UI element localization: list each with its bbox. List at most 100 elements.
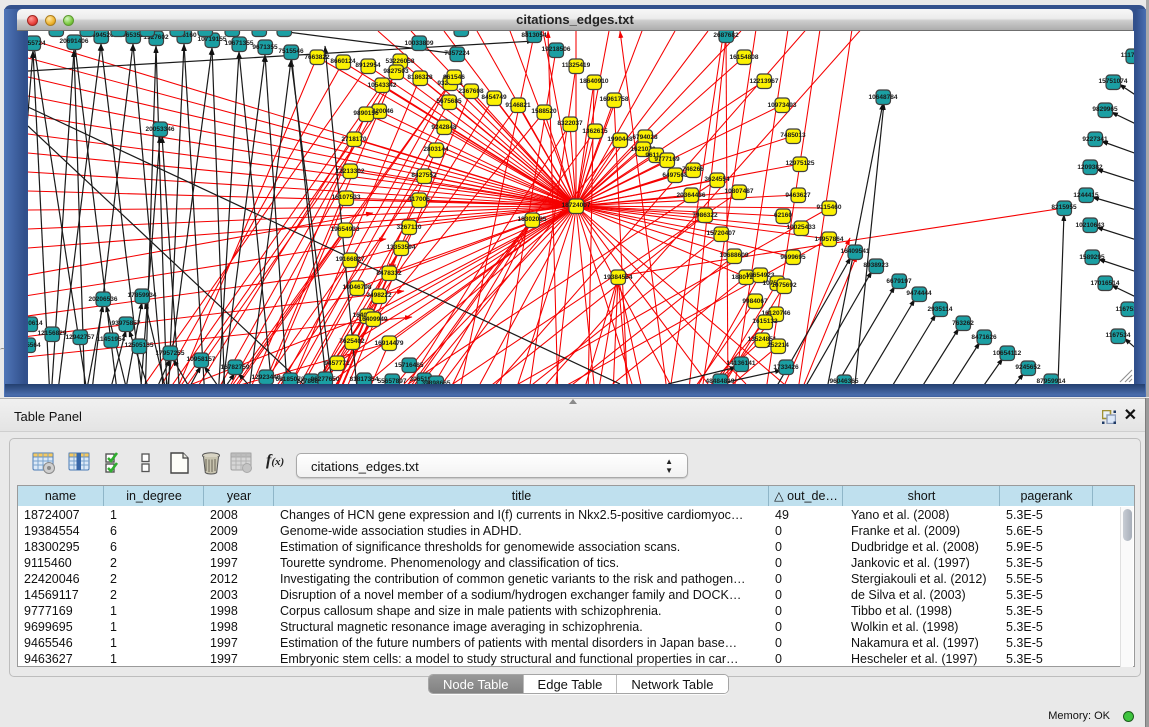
svg-text:53226058: 53226058 (386, 58, 415, 65)
svg-text:12942757: 12942757 (66, 334, 95, 341)
svg-text:20364436: 20364436 (677, 192, 706, 199)
svg-text:9115460: 9115460 (817, 204, 842, 211)
svg-text:1990448: 1990448 (607, 136, 633, 143)
svg-text:14957864: 14957864 (815, 236, 844, 243)
svg-text:19166827: 19166827 (336, 256, 365, 263)
svg-text:19384554: 19384554 (604, 274, 633, 281)
svg-text:9474444: 9474444 (906, 290, 932, 297)
svg-text:10807487: 10807487 (725, 188, 754, 195)
svg-text:10973493: 10973493 (768, 102, 797, 109)
svg-text:20206536: 20206536 (89, 296, 118, 303)
svg-text:16782759: 16782759 (221, 364, 250, 371)
svg-text:8186328: 8186328 (407, 74, 433, 81)
svg-text:8215955: 8215955 (1051, 204, 1077, 211)
svg-text:961546: 961546 (443, 74, 465, 81)
svg-text:44223161: 44223161 (218, 31, 247, 33)
svg-text:71223818: 71223818 (133, 31, 162, 33)
svg-text:9146821: 9146821 (505, 102, 531, 109)
svg-text:06277650: 06277650 (311, 376, 340, 383)
svg-text:9227341: 9227341 (1082, 136, 1108, 143)
svg-text:1588520: 1588520 (531, 108, 557, 115)
svg-text:8938923: 8938923 (863, 262, 889, 269)
svg-text:9699695: 9699695 (780, 254, 806, 261)
svg-text:9245652: 9245652 (1015, 364, 1041, 371)
svg-text:1589295: 1589295 (1079, 254, 1105, 261)
svg-text:48071031: 48071031 (191, 31, 220, 33)
svg-text:8478332: 8478332 (376, 270, 402, 277)
svg-text:1167534: 1167534 (1106, 332, 1131, 339)
svg-text:3498222: 3498222 (366, 292, 392, 299)
svg-text:93975857: 93975857 (112, 320, 141, 327)
svg-text:10654112: 10654112 (993, 350, 1022, 357)
svg-text:7625402: 7625402 (339, 338, 365, 345)
svg-text:8350614: 8350614 (28, 320, 43, 327)
svg-text:2935114: 2935114 (928, 306, 953, 313)
svg-text:11451954: 11451954 (97, 336, 126, 343)
svg-text:19218506: 19218506 (542, 46, 571, 53)
svg-text:45395418: 45395418 (73, 31, 102, 33)
svg-text:20053346: 20053346 (146, 126, 175, 133)
svg-text:19671355: 19671355 (225, 40, 254, 47)
svg-text:3915564: 3915564 (28, 342, 41, 349)
svg-text:16154808: 16154808 (730, 54, 759, 61)
svg-text:763262: 763262 (952, 320, 974, 327)
svg-text:18302035: 18302035 (518, 216, 547, 223)
svg-text:12156829: 12156829 (38, 330, 67, 337)
svg-text:3624554: 3624554 (704, 176, 730, 183)
svg-text:14136141: 14136141 (727, 360, 756, 367)
svg-text:9829965: 9829965 (1092, 106, 1118, 113)
svg-text:1167533: 1167533 (1116, 306, 1134, 313)
svg-text:7515546: 7515546 (278, 48, 304, 55)
svg-text:5675685: 5675685 (436, 98, 462, 105)
svg-text:48484819: 48484819 (706, 378, 735, 384)
svg-text:8454749: 8454749 (481, 94, 507, 101)
svg-text:10046798: 10046798 (343, 284, 372, 291)
svg-text:1615132: 1615132 (752, 318, 778, 325)
svg-text:52638598: 52638598 (104, 31, 133, 33)
svg-text:8660124: 8660124 (330, 58, 356, 65)
svg-text:417006: 417006 (408, 196, 430, 203)
svg-text:20691406: 20691406 (60, 38, 89, 45)
svg-text:9827503: 9827503 (383, 68, 409, 75)
svg-text:10958157: 10958157 (187, 356, 216, 363)
svg-text:15720407: 15720407 (707, 230, 736, 237)
svg-text:252214: 252214 (767, 342, 789, 349)
svg-text:7986322: 7986322 (692, 212, 718, 219)
svg-text:16409541: 16409541 (841, 248, 870, 255)
svg-text:9084067: 9084067 (742, 298, 768, 305)
svg-text:10648784: 10648784 (869, 94, 898, 101)
svg-text:1362615: 1362615 (582, 128, 608, 135)
svg-text:6794028: 6794028 (632, 134, 658, 141)
svg-text:13353594: 13353594 (387, 244, 416, 251)
svg-text:2803144: 2803144 (423, 146, 449, 153)
svg-text:7357224: 7357224 (444, 50, 470, 57)
svg-text:8427552: 8427552 (411, 172, 437, 179)
svg-text:57756581: 57756581 (270, 31, 299, 33)
svg-text:1733426: 1733426 (773, 364, 799, 371)
svg-text:10033809: 10033809 (405, 40, 434, 47)
svg-text:9242848: 9242848 (431, 124, 457, 131)
svg-text:9463627: 9463627 (785, 192, 811, 199)
svg-text:8912954: 8912954 (355, 62, 381, 69)
svg-text:15716485: 15716485 (395, 362, 424, 369)
svg-text:2367608: 2367608 (458, 88, 484, 95)
svg-text:8322037: 8322037 (557, 120, 583, 127)
svg-text:7663822: 7663822 (304, 54, 330, 61)
svg-text:11325419: 11325419 (562, 62, 591, 69)
svg-text:1075692: 1075692 (771, 282, 797, 289)
svg-text:2687682: 2687682 (713, 32, 739, 39)
svg-text:19654933: 19654933 (331, 226, 360, 233)
svg-text:18724007: 18724007 (562, 202, 591, 209)
svg-text:16961758: 16961758 (600, 96, 629, 103)
svg-text:6497568: 6497568 (662, 172, 688, 179)
svg-text:6679197: 6679197 (886, 278, 912, 285)
svg-text:9890156: 9890156 (353, 110, 379, 117)
svg-text:12213302: 12213302 (336, 168, 365, 175)
svg-text:17859934: 17859934 (128, 292, 157, 299)
svg-text:1209382: 1209382 (1077, 164, 1103, 171)
svg-text:17016514: 17016514 (1091, 280, 1120, 287)
svg-text:10025433: 10025433 (787, 224, 816, 231)
svg-text:62160: 62160 (774, 212, 792, 219)
svg-text:55657897: 55657897 (378, 378, 407, 384)
svg-text:10543342: 10543342 (368, 82, 397, 89)
